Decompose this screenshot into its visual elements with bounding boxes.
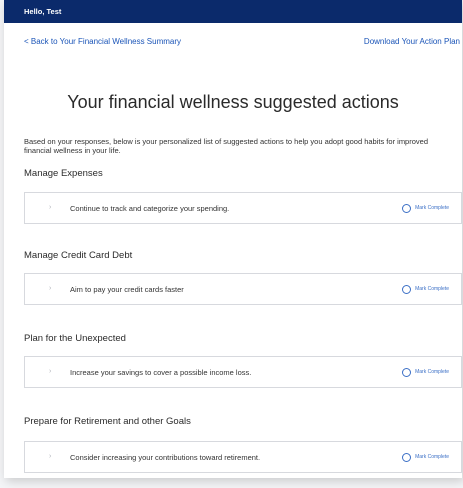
back-to-summary-link[interactable]: < Back to Your Financial Wellness Summar… bbox=[24, 37, 181, 46]
radio-circle-icon bbox=[402, 203, 412, 213]
mark-complete-label: Mark Complete bbox=[415, 205, 449, 211]
mark-complete-label: Mark Complete bbox=[415, 286, 449, 292]
chevron-right-icon[interactable]: › bbox=[49, 285, 51, 292]
action-plan-card: Hello, Test < Back to Your Financial Wel… bbox=[4, 0, 462, 478]
mark-complete-button[interactable]: Mark Complete bbox=[402, 451, 449, 463]
action-text: Consider increasing your contributions t… bbox=[70, 453, 261, 462]
action-item-manage-expenses: › Continue to track and categorize your … bbox=[24, 192, 462, 224]
section-title-credit-card-debt: Manage Credit Card Debt bbox=[24, 250, 133, 261]
action-item-plan-unexpected: › Increase your savings to cover a possi… bbox=[24, 356, 462, 388]
top-bar: Hello, Test bbox=[4, 0, 462, 23]
action-item-credit-card-debt: › Aim to pay your credit cards faster Ma… bbox=[24, 273, 462, 305]
action-item-retirement-goals: › Consider increasing your contributions… bbox=[24, 441, 462, 473]
radio-circle-icon bbox=[402, 452, 412, 462]
action-text: Increase your savings to cover a possibl… bbox=[70, 368, 252, 377]
mark-complete-button[interactable]: Mark Complete bbox=[402, 283, 449, 295]
intro-text: Based on your responses, below is your p… bbox=[24, 137, 428, 155]
mark-complete-button[interactable]: Mark Complete bbox=[402, 366, 449, 378]
chevron-right-icon[interactable]: › bbox=[49, 204, 51, 211]
user-greeting: Hello, Test bbox=[24, 7, 62, 16]
link-row: < Back to Your Financial Wellness Summar… bbox=[4, 37, 462, 59]
section-title-manage-expenses: Manage Expenses bbox=[24, 168, 103, 179]
radio-circle-icon bbox=[402, 367, 412, 377]
download-action-plan-link[interactable]: Download Your Action Plan bbox=[364, 37, 460, 46]
page-title: Your financial wellness suggested action… bbox=[67, 92, 399, 112]
chevron-right-icon[interactable]: › bbox=[49, 453, 51, 460]
chevron-right-icon[interactable]: › bbox=[49, 368, 51, 375]
mark-complete-label: Mark Complete bbox=[415, 454, 449, 460]
section-title-plan-unexpected: Plan for the Unexpected bbox=[24, 333, 126, 344]
mark-complete-button[interactable]: Mark Complete bbox=[402, 202, 449, 214]
radio-circle-icon bbox=[402, 284, 412, 294]
section-title-retirement-goals: Prepare for Retirement and other Goals bbox=[24, 416, 191, 427]
action-text: Continue to track and categorize your sp… bbox=[70, 204, 230, 213]
action-text: Aim to pay your credit cards faster bbox=[70, 285, 184, 294]
mark-complete-label: Mark Complete bbox=[415, 369, 449, 375]
